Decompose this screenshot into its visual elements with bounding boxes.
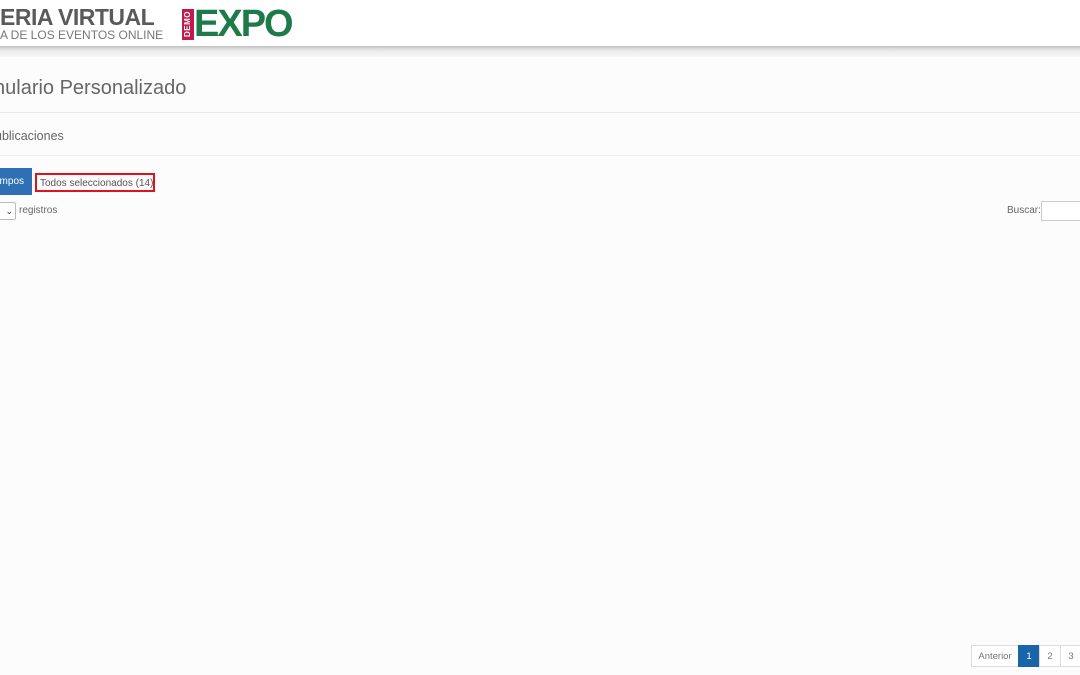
columns-button[interactable]: mpos: [0, 168, 32, 195]
chevron-down-icon: ⌄: [5, 206, 13, 216]
site-header: ERIA VIRTUAL A DE LOS EVENTOS ONLINE DEM…: [0, 0, 1080, 46]
pagination-page[interactable]: 2: [1039, 645, 1061, 667]
all-selected-button[interactable]: Todos seleccionados (14): [35, 173, 155, 192]
logo-expo-text: EXPO: [194, 3, 294, 45]
search-label: Buscar:: [1007, 205, 1041, 216]
brand-title[interactable]: ERIA VIRTUAL: [0, 5, 155, 29]
section-divider: [0, 155, 1080, 156]
pagination: Anterior 1 2 3: [971, 645, 1080, 667]
logo-demo-badge: DEMO: [182, 9, 194, 40]
section-label: ublicaciones: [0, 129, 64, 143]
page-length-label: registros: [19, 205, 58, 216]
pagination-page[interactable]: 3: [1060, 645, 1080, 667]
page-length-select[interactable]: ⌄: [0, 202, 16, 220]
title-divider: [0, 112, 1080, 113]
search-input[interactable]: [1041, 201, 1080, 221]
pagination-prev[interactable]: Anterior: [971, 645, 1019, 667]
page-title: nulario Personalizado: [0, 77, 187, 99]
header-divider: [0, 46, 1080, 57]
pagination-page[interactable]: 1: [1018, 645, 1040, 667]
brand-subtitle: A DE LOS EVENTOS ONLINE: [0, 28, 164, 42]
